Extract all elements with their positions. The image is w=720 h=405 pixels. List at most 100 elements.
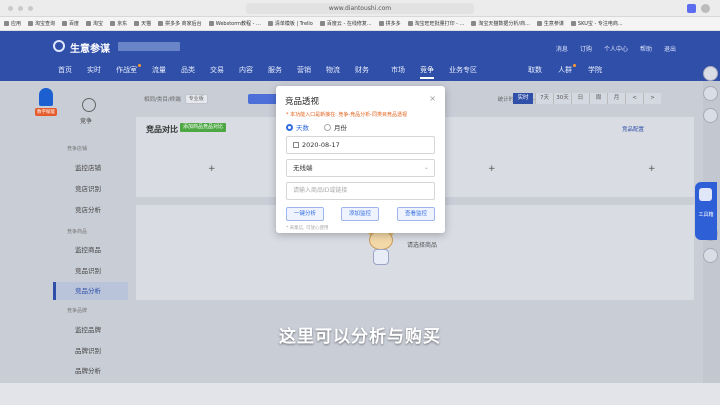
bookmark-item[interactable]: 天猫 <box>134 20 151 27</box>
nav-home[interactable]: 首页 <box>58 65 72 79</box>
config-link[interactable]: 竞品配置 <box>622 125 644 133</box>
close-icon[interactable]: × <box>429 94 436 103</box>
bookmark-item[interactable]: 淘宝查询 <box>28 20 55 27</box>
add-monitor-button[interactable]: 添加监控 <box>341 207 379 221</box>
radio-day[interactable]: 天数 <box>286 122 309 132</box>
nav-traffic[interactable]: 流量 <box>152 65 166 79</box>
period-realtime[interactable]: 实时 <box>513 93 533 104</box>
competition-icon <box>82 98 96 112</box>
sidebar-item-monitor-item[interactable]: 监控商品 <box>53 241 128 259</box>
main-nav: 首页 实时 作战室 流量 品类 交易 内容 服务 营销 物流 财务 市场 竞争 … <box>58 64 492 79</box>
bookmark-item[interactable]: 淘宝 <box>86 20 103 27</box>
nav-crowd[interactable]: 人群 <box>558 64 576 75</box>
nav-service[interactable]: 服务 <box>268 65 282 79</box>
nav-warroom[interactable]: 作战室 <box>116 64 141 79</box>
period-day[interactable]: 日 <box>571 93 589 104</box>
link-help[interactable]: 帮助 <box>640 44 652 53</box>
window-zoom-dot[interactable] <box>28 6 33 11</box>
bookmark-item[interactable]: 拼多多 商家后台 <box>158 20 202 27</box>
sidebar-item-monitor-shop[interactable]: 监控店铺 <box>53 159 128 177</box>
bookmark-icon <box>267 21 273 26</box>
period-30d[interactable]: 30天 <box>553 93 571 104</box>
logo-icon <box>53 40 65 52</box>
filter-edition[interactable]: 专业版 <box>184 94 208 104</box>
nav-marketing[interactable]: 营销 <box>297 65 311 79</box>
nav-realtime[interactable]: 实时 <box>87 65 101 79</box>
sidebar-item-shop-analysis[interactable]: 竞店分析 <box>53 201 128 219</box>
nav-competition[interactable]: 竞争 <box>420 65 434 79</box>
period-7d[interactable]: 7天 <box>535 93 553 104</box>
link-subscribe[interactable]: 订购 <box>580 44 592 53</box>
header-links: 消息 订购 个人中心 帮助 退出 <box>556 44 676 53</box>
bookmark-icon <box>570 21 576 26</box>
filter-scope[interactable]: 相同/类目/终端 <box>144 95 181 103</box>
add-compare-button[interactable]: 添加商品竞品对比 <box>180 123 227 132</box>
group-label-shops: 竞争店铺 <box>67 146 88 152</box>
video-subtitle: 这里可以分析与购买 <box>279 327 441 347</box>
radio-month[interactable]: 月份 <box>324 122 347 132</box>
period-prev[interactable]: < <box>625 93 643 104</box>
nav-content[interactable]: 内容 <box>239 65 253 79</box>
sidebar-item-item-identify[interactable]: 竞品识别 <box>53 262 128 280</box>
bookmark-label: SKU宝 - 专注电商... <box>577 21 623 27</box>
bookmark-label: 清单模板 | Trello <box>274 21 313 27</box>
bookmark-label: 应用 <box>11 21 22 27</box>
sidebar-item-shop-identify[interactable]: 竞店识别 <box>53 180 128 198</box>
sidebar-tab-competition[interactable]: 竞争 <box>80 116 92 125</box>
date-value: 2020-08-17 <box>302 141 340 149</box>
rail-arrow-icon[interactable] <box>703 248 718 263</box>
period-next[interactable]: > <box>643 93 661 104</box>
digital-empower[interactable]: 数字赋能 <box>30 88 62 116</box>
bookmark-item[interactable]: SKU宝 - 专注电商... <box>570 20 623 27</box>
bookmark-item[interactable]: Webstorm教程 - ... <box>208 20 261 27</box>
bookmark-item[interactable]: 百度云 - 在线修复... <box>319 20 372 27</box>
bookmark-item[interactable]: 淘宝天猫数据分析/商... <box>471 20 530 27</box>
terminal-select[interactable]: 无线端 ⌄ <box>286 159 435 177</box>
bookmark-item[interactable]: 京东 <box>110 20 127 27</box>
date-field[interactable]: 2020-08-17 <box>286 136 435 154</box>
profile-icon[interactable] <box>701 4 710 13</box>
rail-notify-icon[interactable] <box>703 86 718 101</box>
bookmark-item[interactable]: 淘宝旺旺批量打印 - ... <box>407 20 464 27</box>
add-slot-3-icon[interactable]: + <box>648 164 656 174</box>
nav-trade[interactable]: 交易 <box>210 65 224 79</box>
window-close-dot[interactable] <box>8 6 13 11</box>
bookmark-item[interactable]: 应用 <box>4 20 21 27</box>
chevron-down-icon: ⌄ <box>423 164 429 171</box>
bookmark-icon <box>319 21 325 26</box>
bookmark-item[interactable]: 拼多多 <box>378 20 401 27</box>
link-profile[interactable]: 个人中心 <box>604 44 628 53</box>
add-slot-1-icon[interactable]: + <box>208 164 216 174</box>
link-logout[interactable]: 退出 <box>664 44 676 53</box>
nav-academy[interactable]: 学院 <box>588 65 602 75</box>
sidebar-item-item-analysis[interactable]: 竞品分析 <box>53 282 128 300</box>
period-month[interactable]: 月 <box>607 93 625 104</box>
extension-icon[interactable] <box>687 4 696 13</box>
nav-right: 取数 人群 学院 <box>528 64 602 75</box>
period-week[interactable]: 周 <box>589 93 607 104</box>
nav-category[interactable]: 品类 <box>181 65 195 79</box>
bookmark-item[interactable]: 百度 <box>62 20 79 27</box>
item-search-input[interactable]: 请输入商品ID或链接 <box>286 182 435 200</box>
period-selector: 7天 30天 日 周 月 < > <box>535 93 661 104</box>
bookmark-item[interactable]: 清单模板 | Trello <box>267 20 313 27</box>
group-label-brands: 竞争品牌 <box>67 308 88 314</box>
view-monitor-button[interactable]: 查看监控 <box>397 207 435 221</box>
bookmark-item[interactable]: 生意参谋 <box>536 20 564 27</box>
rail-menu-icon[interactable] <box>703 66 718 81</box>
nav-market[interactable]: 市场 <box>391 65 405 79</box>
rail-user-icon[interactable] <box>703 108 718 123</box>
bookmark-icon <box>378 21 384 26</box>
nav-logistics[interactable]: 物流 <box>326 65 340 79</box>
bookmark-icon <box>208 21 214 26</box>
nav-business-zone[interactable]: 业务专区 <box>449 65 477 79</box>
add-slot-2-icon[interactable]: + <box>488 164 496 174</box>
nav-finance[interactable]: 财务 <box>355 65 369 79</box>
address-bar[interactable]: www.diantoushi.com <box>246 3 474 14</box>
nav-data[interactable]: 取数 <box>528 65 542 75</box>
sidebar-item-brand-analysis[interactable]: 品牌分析 <box>53 362 128 380</box>
link-messages[interactable]: 消息 <box>556 44 568 53</box>
bookmark-label: 京东 <box>117 21 128 27</box>
one-click-analyze-button[interactable]: 一键分析 <box>286 207 324 221</box>
window-minimize-dot[interactable] <box>18 6 23 11</box>
